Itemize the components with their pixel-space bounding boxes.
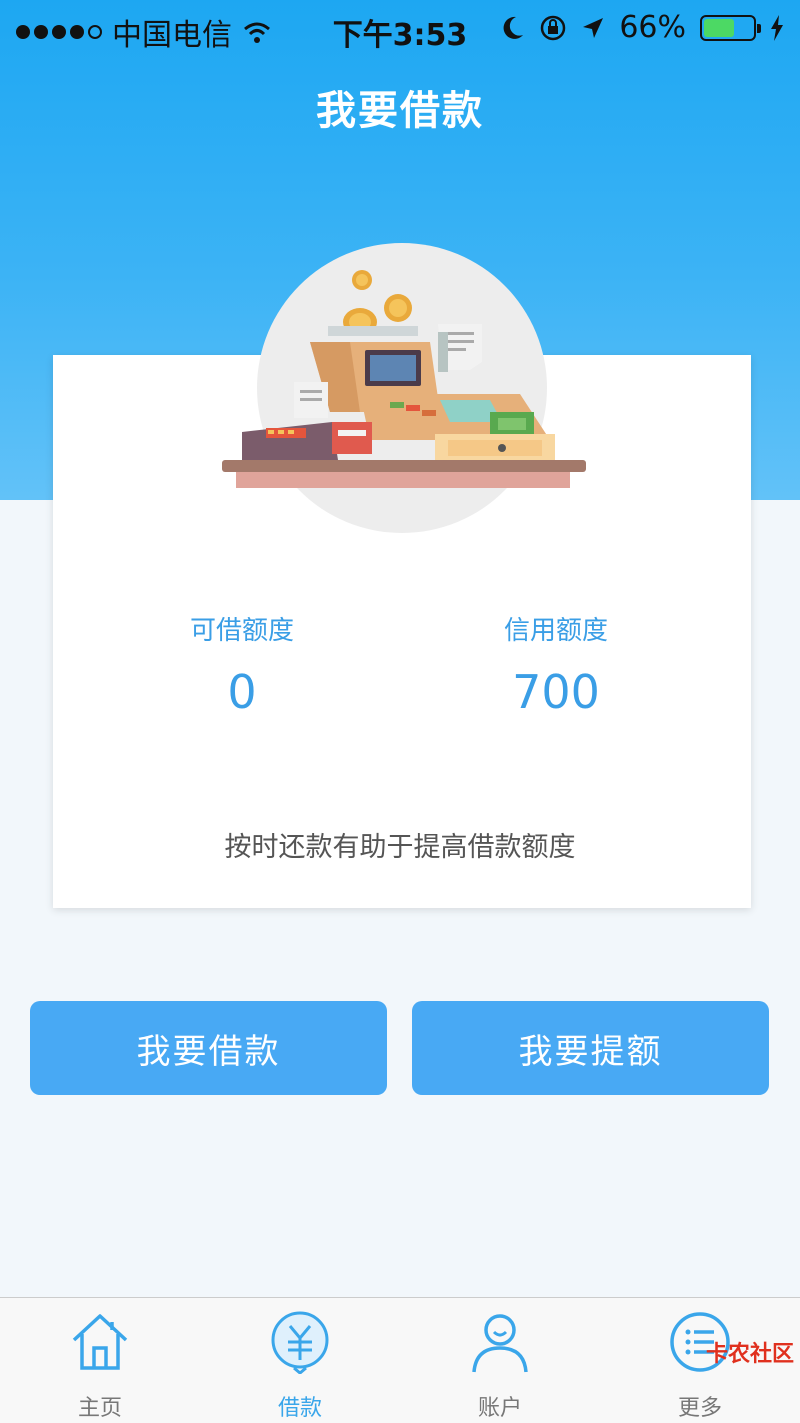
tab-borrow-label: 借款 (277, 1396, 322, 1421)
available-quota-label: 可借额度 (189, 616, 294, 646)
tab-home[interactable]: 主页 (0, 1298, 200, 1423)
raise-limit-button[interactable]: 我要提额 (412, 1001, 769, 1095)
home-icon (72, 1314, 128, 1370)
credit-quota-label: 信用额度 (503, 616, 608, 646)
page-title: 我要借款 (316, 88, 484, 134)
repayment-hint: 按时还款有助于提高借款额度 (224, 832, 576, 863)
yuan-icon (271, 1311, 329, 1374)
borrow-button[interactable]: 我要借款 (30, 1001, 387, 1095)
battery-icon (700, 14, 761, 41)
battery-fill (704, 18, 735, 37)
moon-icon (503, 16, 524, 39)
tab-home-label: 主页 (77, 1396, 122, 1421)
watermark-text: 卡农社区 (705, 1342, 794, 1367)
credit-quota-value: 700 (512, 665, 600, 719)
status-bar: 中国电信 下午3:53 66% (0, 0, 800, 54)
tab-account[interactable]: 账户 (400, 1298, 600, 1423)
user-icon (472, 1314, 528, 1373)
rotation-lock-icon (541, 15, 566, 40)
available-quota: 可借额度 0 (92, 610, 392, 719)
location-arrow-icon (583, 17, 604, 38)
tab-bar: 主页 借款 账户 更多 (0, 1297, 800, 1423)
tab-account-label: 账户 (477, 1396, 522, 1421)
battery-percent: 66% (619, 10, 686, 45)
credit-quota: 信用额度 700 (406, 610, 706, 719)
available-quota-value: 0 (227, 665, 257, 719)
tab-more-label: 更多 (677, 1396, 722, 1421)
cash-register-illustration (222, 270, 586, 488)
charging-icon (771, 14, 783, 41)
tab-borrow[interactable]: 借款 (200, 1298, 400, 1423)
